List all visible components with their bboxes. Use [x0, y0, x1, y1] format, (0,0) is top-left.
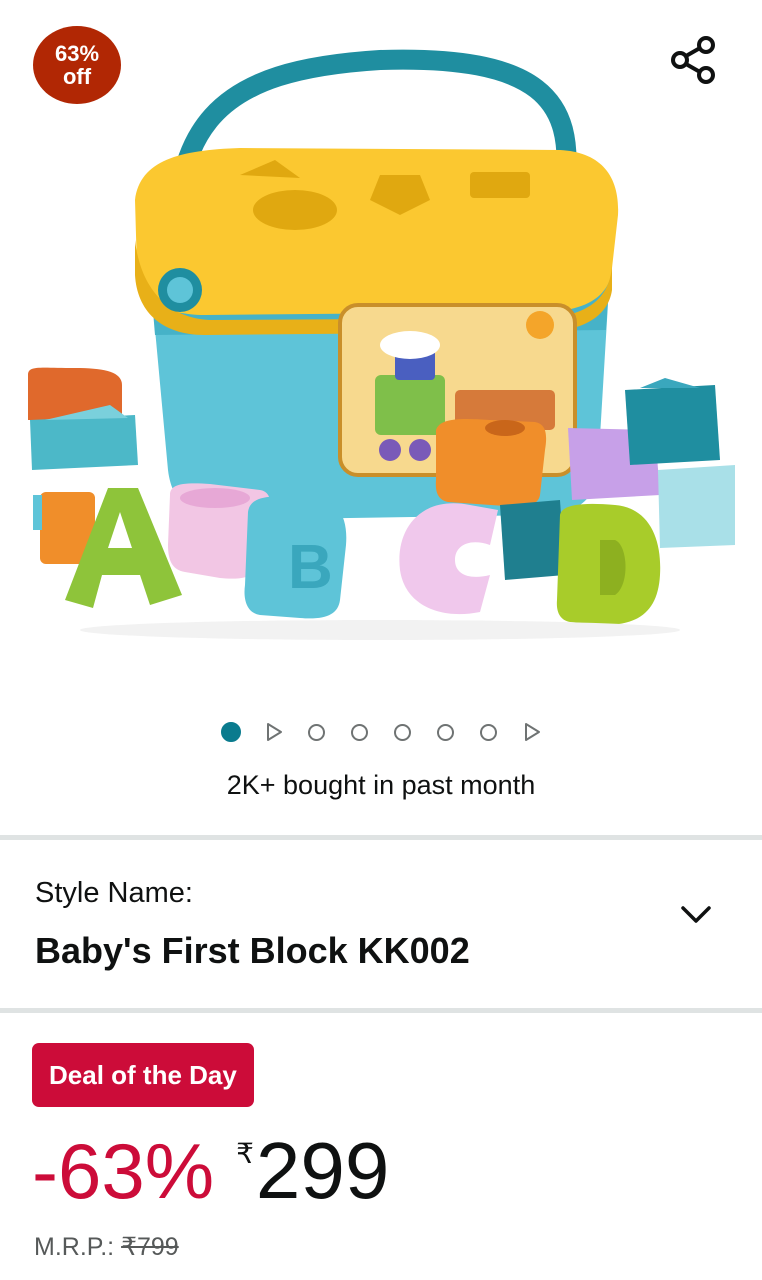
price-amount: 299	[255, 1126, 390, 1215]
price-row: -63% ₹ 299	[32, 1126, 389, 1216]
share-button[interactable]	[664, 30, 724, 90]
mrp-label: M.R.P.:	[34, 1233, 115, 1261]
svg-text:B: B	[288, 533, 333, 602]
discount-badge-percent: 63%	[54, 41, 100, 66]
mrp-value: ₹799	[121, 1233, 179, 1261]
product-image[interactable]: B	[0, 0, 762, 700]
carousel-dot-7[interactable]	[478, 721, 500, 743]
discount-badge-off: off	[62, 64, 92, 89]
divider	[0, 835, 762, 840]
carousel-dot-5[interactable]	[392, 721, 414, 743]
mrp: M.R.P.: ₹799	[34, 1232, 179, 1262]
carousel-dot-4[interactable]	[349, 721, 371, 743]
divider	[0, 1008, 762, 1013]
style-name-label: Style Name:	[35, 877, 193, 909]
savings-percentage: -63%	[32, 1127, 215, 1215]
bought-count-text: 2K+ bought in past month	[226, 770, 536, 800]
style-name-value: Baby's First Block KK002	[35, 930, 470, 971]
product-gallery[interactable]: B 63% off	[0, 0, 762, 700]
chevron-down-icon	[681, 906, 711, 923]
play-icon	[266, 723, 282, 741]
play-icon	[524, 723, 540, 741]
carousel-dot-1[interactable]	[220, 721, 242, 743]
deal-of-the-day-badge: Deal of the Day	[32, 1043, 254, 1107]
carousel-video-dot-8[interactable]	[521, 721, 543, 743]
carousel-dot-3[interactable]	[306, 721, 328, 743]
carousel-dot-6[interactable]	[435, 721, 457, 743]
image-carousel-indicator[interactable]	[0, 715, 762, 749]
discount-badge: 63% off	[33, 26, 121, 104]
carousel-video-dot-2[interactable]	[263, 721, 285, 743]
share-icon	[671, 36, 715, 84]
currency-symbol: ₹	[236, 1138, 254, 1169]
style-name-selector[interactable]: Style Name: Baby's First Block KK002	[0, 842, 762, 1010]
